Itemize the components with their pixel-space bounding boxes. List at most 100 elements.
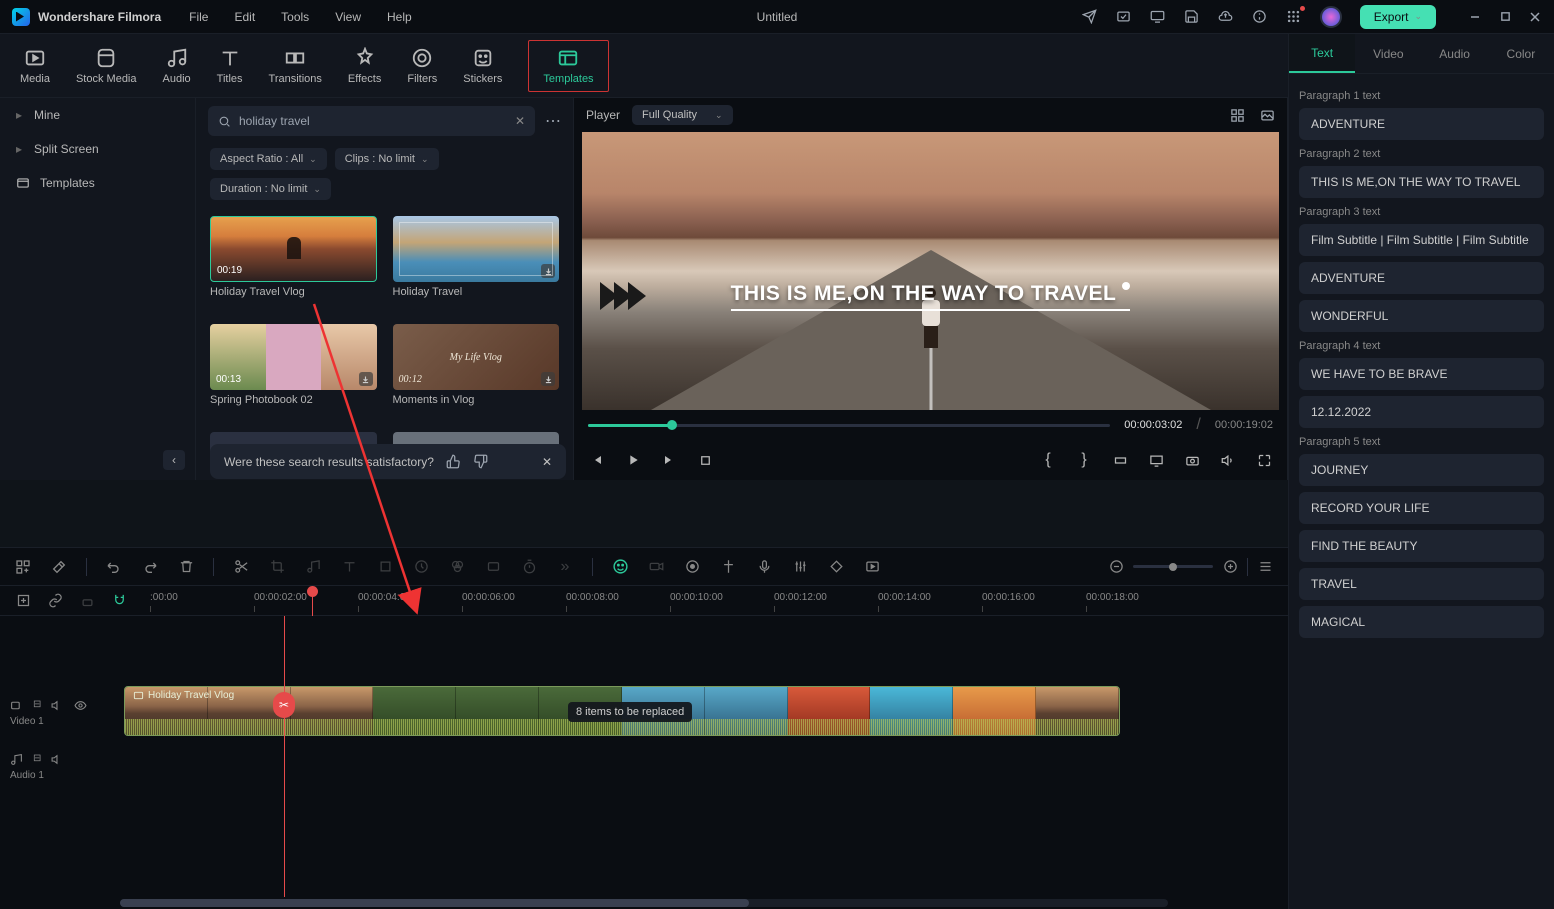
filter-clips[interactable]: Clips : No limit⌄ <box>335 148 439 170</box>
track-body[interactable]: Holiday Travel Vlog 8 items to be replac… <box>118 686 1288 740</box>
paragraph-input[interactable]: ADVENTURE <box>1299 262 1544 294</box>
minimize-button[interactable] <box>1468 10 1482 24</box>
sidebar-item-split-screen[interactable]: ▸Split Screen <box>0 132 195 166</box>
volume-icon[interactable] <box>1219 451 1237 469</box>
scrollbar-track[interactable] <box>120 899 1168 907</box>
menu-view[interactable]: View <box>335 10 361 24</box>
tool-titles[interactable]: Titles <box>217 47 243 85</box>
tl-link-icon[interactable] <box>46 592 64 610</box>
export-button[interactable]: Export⌄ <box>1360 5 1436 29</box>
tl-marker-icon[interactable] <box>719 558 737 576</box>
close-button[interactable] <box>1528 10 1542 24</box>
scrub-handle[interactable] <box>667 420 677 430</box>
picture-icon[interactable] <box>1259 107 1275 123</box>
paragraph-input[interactable]: RECORD YOUR LIFE <box>1299 492 1544 524</box>
tl-wand-icon[interactable] <box>50 558 68 576</box>
paragraph-input[interactable]: WONDERFUL <box>1299 300 1544 332</box>
sidebar-item-templates[interactable]: Templates <box>0 166 195 200</box>
ai-avatar-icon[interactable] <box>1320 6 1342 28</box>
tl-mic-icon[interactable] <box>755 558 773 576</box>
menu-tools[interactable]: Tools <box>281 10 309 24</box>
filter-aspect-ratio[interactable]: Aspect Ratio : All⌄ <box>210 148 327 170</box>
paragraph-input[interactable]: JOURNEY <box>1299 454 1544 486</box>
tool-filters[interactable]: Filters <box>407 47 437 85</box>
support-icon[interactable] <box>1252 9 1268 25</box>
thumbs-up-icon[interactable] <box>446 454 461 469</box>
preview-video[interactable]: THIS IS ME,ON THE WAY TO TRAVEL <box>582 132 1279 410</box>
tl-mixer-icon[interactable] <box>791 558 809 576</box>
sidebar-item-mine[interactable]: ▸Mine <box>0 98 195 132</box>
tl-crop-icon[interactable] <box>268 558 286 576</box>
screen-icon[interactable] <box>1150 9 1166 25</box>
template-card[interactable]: 00:13 Spring Photobook 02 <box>210 324 377 422</box>
tl-speed-icon[interactable] <box>412 558 430 576</box>
tl-render-icon[interactable] <box>863 558 881 576</box>
scrub-bar[interactable] <box>588 424 1110 427</box>
collapse-sidebar[interactable]: ‹ <box>0 444 195 476</box>
grid-view-icon[interactable] <box>1229 107 1245 123</box>
prev-frame-button[interactable] <box>588 451 606 469</box>
mute-video-icon[interactable] <box>51 699 64 712</box>
tl-split-icon[interactable] <box>232 558 250 576</box>
scissors-icon[interactable]: ✂ <box>273 692 295 718</box>
tl-ai-icon[interactable] <box>611 558 629 576</box>
display-icon[interactable] <box>1147 451 1165 469</box>
menu-edit[interactable]: Edit <box>234 10 255 24</box>
template-card[interactable]: 00:19 Holiday Travel Vlog <box>210 216 377 314</box>
tool-transitions[interactable]: Transitions <box>269 47 322 85</box>
visibility-icon[interactable] <box>74 699 87 712</box>
save-to-cloud-icon[interactable] <box>1116 9 1132 25</box>
timeline-ruler[interactable]: :00:0000:00:02:0000:00:04:0000:00:06:000… <box>146 586 1288 616</box>
timeline-playhead[interactable] <box>312 586 313 616</box>
tl-transform-icon[interactable] <box>376 558 394 576</box>
tab-audio[interactable]: Audio <box>1422 34 1488 73</box>
tool-media[interactable]: Media <box>20 47 50 85</box>
tool-effects[interactable]: Effects <box>348 47 381 85</box>
more-menu-icon[interactable]: ⋯ <box>545 111 561 131</box>
close-feedback-icon[interactable]: ✕ <box>542 455 552 469</box>
playhead-handle[interactable] <box>307 586 318 597</box>
tl-add-icon[interactable] <box>14 558 32 576</box>
paragraph-input[interactable]: 12.12.2022 <box>1299 396 1544 428</box>
zoom-slider[interactable] <box>1133 565 1213 568</box>
template-card[interactable]: My Life Vlog00:12 Moments in Vlog <box>393 324 560 422</box>
template-card[interactable]: Holiday Travel <box>393 216 560 314</box>
maximize-button[interactable] <box>1498 10 1512 24</box>
paragraph-input[interactable]: WE HAVE TO BE BRAVE <box>1299 358 1544 390</box>
play-button[interactable] <box>624 451 642 469</box>
tl-record-icon[interactable] <box>683 558 701 576</box>
track-body[interactable] <box>118 740 1288 794</box>
mark-in-button[interactable]: { <box>1039 451 1057 469</box>
zoom-out-icon[interactable] <box>1107 558 1125 576</box>
save-icon[interactable] <box>1184 9 1200 25</box>
menu-help[interactable]: Help <box>387 10 412 24</box>
filter-duration[interactable]: Duration : No limit⌄ <box>210 178 331 200</box>
tool-audio[interactable]: Audio <box>163 47 191 85</box>
tl-color-icon[interactable] <box>448 558 466 576</box>
snapshot-icon[interactable] <box>1183 451 1201 469</box>
tl-redo-icon[interactable] <box>141 558 159 576</box>
apps-icon[interactable] <box>1286 9 1302 25</box>
tool-stock-media[interactable]: Stock Media <box>76 47 137 85</box>
paragraph-input[interactable]: ADVENTURE <box>1299 108 1544 140</box>
thumbs-down-icon[interactable] <box>473 454 488 469</box>
stop-button[interactable] <box>696 451 714 469</box>
cloud-upload-icon[interactable] <box>1218 9 1234 25</box>
paragraph-input[interactable]: FIND THE BEAUTY <box>1299 530 1544 562</box>
paragraph-input[interactable]: MAGICAL <box>1299 606 1544 638</box>
zoom-in-icon[interactable] <box>1221 558 1239 576</box>
next-frame-button[interactable] <box>660 451 678 469</box>
paragraph-input[interactable]: THIS IS ME,ON THE WAY TO TRAVEL <box>1299 166 1544 198</box>
tl-keyframe-icon[interactable] <box>827 558 845 576</box>
quality-select[interactable]: Full Quality⌄ <box>632 105 733 125</box>
scrollbar-thumb[interactable] <box>120 899 749 907</box>
tl-view-options-icon[interactable] <box>1256 558 1274 576</box>
mute-audio-icon[interactable] <box>51 753 64 766</box>
mark-out-button[interactable]: } <box>1075 451 1093 469</box>
fullscreen-icon[interactable] <box>1255 451 1273 469</box>
tl-mask-icon[interactable] <box>484 558 502 576</box>
paragraph-input[interactable]: Film Subtitle | Film Subtitle | Film Sub… <box>1299 224 1544 256</box>
tool-stickers[interactable]: Stickers <box>463 47 502 85</box>
tl-text-icon[interactable] <box>340 558 358 576</box>
tl-magnet-icon[interactable] <box>110 592 128 610</box>
